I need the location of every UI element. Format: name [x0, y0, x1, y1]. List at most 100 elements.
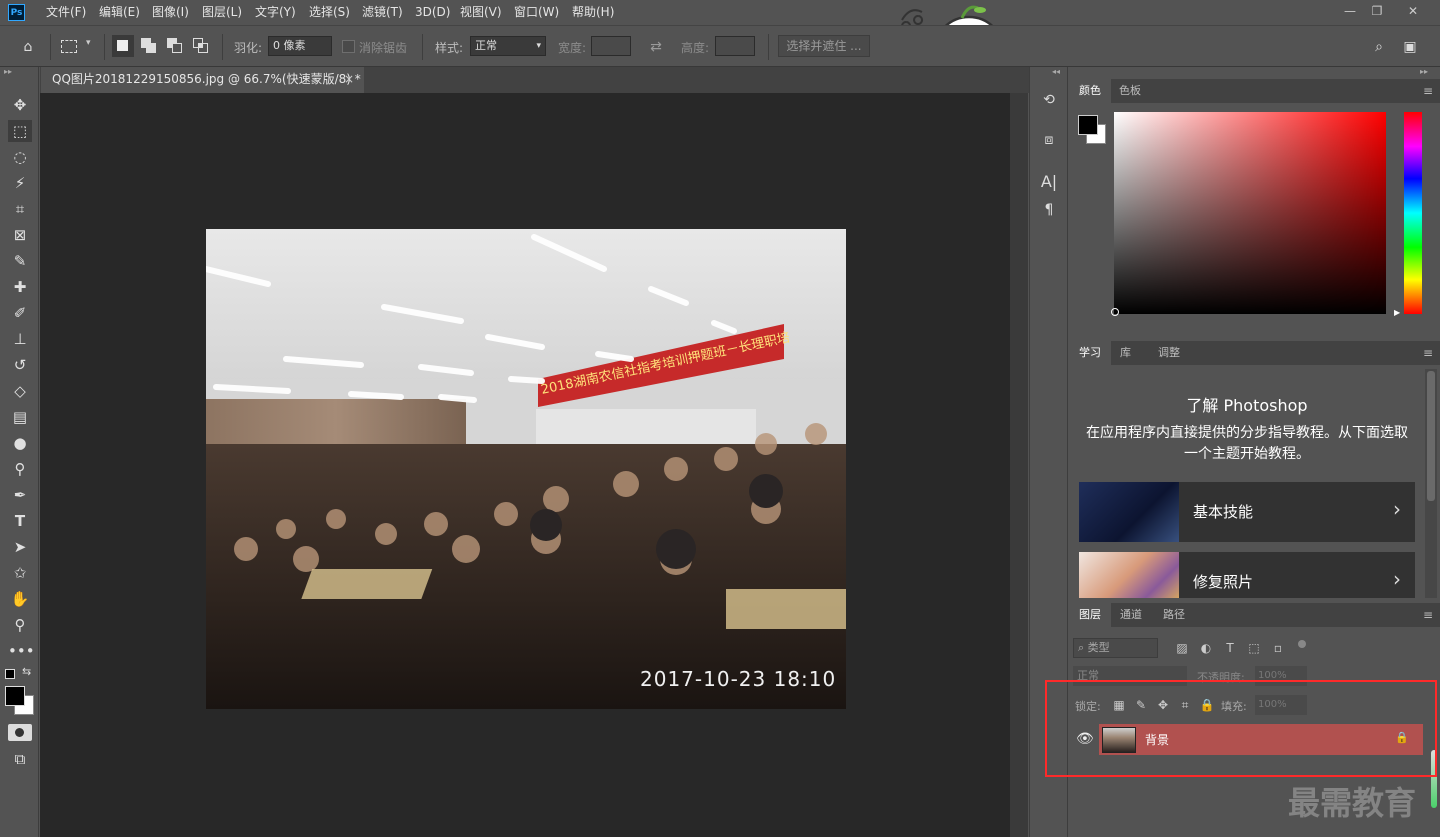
search-icon[interactable]: ⌕ [1369, 37, 1389, 57]
menu-view[interactable]: 视图(V) [460, 0, 502, 25]
tab-adjustments[interactable]: 调整 [1148, 341, 1190, 365]
paragraph-panel-icon[interactable]: ¶ [1038, 199, 1060, 221]
adjustment-filter-icon[interactable]: ◐ [1198, 640, 1214, 656]
panel-menu-icon[interactable]: ≡ [1420, 607, 1436, 623]
close-tab-icon[interactable]: × [344, 67, 354, 92]
history-panel-icon[interactable]: ⟲ [1038, 89, 1060, 111]
new-selection-button[interactable] [112, 35, 134, 57]
character-panel-icon[interactable]: A| [1038, 171, 1060, 193]
menu-3d[interactable]: 3D(D) [415, 0, 450, 25]
panel-menu-icon[interactable]: ≡ [1420, 345, 1436, 361]
rect-marquee-icon[interactable] [61, 40, 77, 53]
pen-tool-icon[interactable]: ✒ [8, 484, 32, 506]
shape-tool-icon[interactable]: ✩ [8, 562, 32, 584]
tab-color[interactable]: 颜色 [1069, 79, 1111, 103]
menu-filter[interactable]: 滤镜(T) [362, 0, 403, 25]
watermark: 最需教育 [1288, 784, 1417, 822]
healing-tool-icon[interactable]: ✚ [8, 276, 32, 298]
learn-card-fix-photos[interactable]: 修复照片 › [1079, 552, 1415, 598]
more-tools-icon[interactable]: ••• [8, 640, 35, 662]
screen-mode-icon[interactable]: ⧉ [8, 748, 32, 770]
hand-tool-icon[interactable]: ✋ [8, 588, 32, 610]
antialias-checkbox[interactable] [342, 40, 355, 53]
magic-wand-tool-icon[interactable]: ⚡ [8, 172, 32, 194]
intersect-selection-icon[interactable] [193, 38, 209, 54]
vertical-scrollbar[interactable] [1010, 93, 1028, 837]
chevron-down-icon[interactable]: ▾ [86, 38, 91, 48]
height-input[interactable] [715, 36, 755, 56]
learn-description: 在应用程序内直接提供的分步指导教程。从下面选取一个主题开始教程。 [1086, 425, 1408, 462]
subtract-selection-icon[interactable] [167, 38, 183, 54]
crop-tool-icon[interactable]: ⌗ [8, 198, 32, 220]
3d-panel-icon[interactable]: ⧈ [1038, 129, 1060, 151]
tab-paths[interactable]: 路径 [1153, 603, 1195, 627]
menu-select[interactable]: 选择(S) [309, 0, 350, 25]
blur-tool-icon[interactable]: ● [8, 432, 32, 454]
close-icon[interactable]: ✕ [1396, 0, 1430, 22]
move-tool-icon[interactable]: ✥ [8, 94, 32, 116]
tab-libraries[interactable]: 库 [1110, 341, 1141, 365]
panel-menu-icon[interactable]: ≡ [1420, 83, 1436, 99]
add-selection-icon[interactable] [141, 38, 157, 54]
learn-scrollbar[interactable] [1425, 369, 1437, 598]
tab-learn[interactable]: 学习 [1069, 341, 1111, 365]
collapse-arrows-icon[interactable]: ▸▸ [4, 67, 12, 76]
path-select-tool-icon[interactable]: ➤ [8, 536, 32, 558]
filter-toggle[interactable] [1298, 640, 1306, 648]
tab-swatches[interactable]: 色板 [1109, 79, 1151, 103]
workspace-icon[interactable]: ▣ [1400, 37, 1420, 57]
shape-filter-icon[interactable]: ⬚ [1246, 640, 1262, 656]
type-tool-icon[interactable]: T [8, 510, 32, 532]
hue-slider[interactable] [1404, 112, 1422, 314]
gradient-tool-icon[interactable]: ▤ [8, 406, 32, 428]
brush-tool-icon[interactable]: ✐ [8, 302, 32, 324]
menu-image[interactable]: 图像(I) [152, 0, 189, 25]
quick-mask-button[interactable] [8, 724, 32, 741]
menu-window[interactable]: 窗口(W) [514, 0, 559, 25]
menu-edit[interactable]: 编辑(E) [99, 0, 140, 25]
learn-panel-tabs: 学习 库 调整 ≡ [1069, 341, 1440, 365]
learn-card-basic-skills[interactable]: 基本技能 › [1079, 482, 1415, 542]
eraser-tool-icon[interactable]: ◇ [8, 380, 32, 402]
history-brush-tool-icon[interactable]: ↺ [8, 354, 32, 376]
antialias-label: 消除锯齿 [359, 41, 408, 55]
smart-object-filter-icon[interactable]: ▫ [1270, 640, 1286, 656]
tab-channels[interactable]: 通道 [1110, 603, 1152, 627]
menu-type[interactable]: 文字(Y) [255, 0, 296, 25]
dodge-tool-icon[interactable]: ⚲ [8, 458, 32, 480]
color-picker-field[interactable] [1114, 112, 1386, 314]
color-foreground-swatch[interactable] [1078, 115, 1098, 135]
style-label: 样式: [435, 41, 464, 55]
frame-tool-icon[interactable]: ⊠ [8, 224, 32, 246]
marquee-tool-icon[interactable]: ⬚ [8, 120, 32, 142]
collapse-arrows-icon[interactable]: ▸▸ [1420, 67, 1428, 76]
swap-dimensions-icon[interactable]: ⇄ [646, 37, 666, 57]
width-input[interactable] [591, 36, 631, 56]
chevron-right-icon: › [1393, 567, 1401, 591]
collapse-arrows-icon[interactable]: ◂◂ [1052, 67, 1060, 76]
color-picker-cursor[interactable] [1111, 308, 1119, 316]
home-icon[interactable]: ⌂ [18, 37, 38, 57]
menu-help[interactable]: 帮助(H) [572, 0, 614, 25]
tab-layers[interactable]: 图层 [1069, 603, 1111, 627]
document-tab[interactable]: QQ图片20181229150856.jpg @ 66.7%(快速蒙版/8) *… [41, 67, 364, 93]
stamp-tool-icon[interactable]: ⊥ [8, 328, 32, 350]
restore-icon[interactable]: ❐ [1360, 0, 1394, 22]
layer-filter-select[interactable]: ⌕ 类型 [1073, 638, 1158, 658]
menu-file[interactable]: 文件(F) [46, 0, 86, 25]
document-photo[interactable]: 2018湖南农信社指考培训押题班－长理职培 [206, 229, 846, 709]
zoom-tool-icon[interactable]: ⚲ [8, 614, 32, 636]
style-select[interactable]: 正常 ▾ [470, 36, 546, 56]
eyedropper-tool-icon[interactable]: ✎ [8, 250, 32, 272]
image-filter-icon[interactable]: ▨ [1174, 640, 1190, 656]
menu-layer[interactable]: 图层(L) [202, 0, 242, 25]
swap-colors-icon[interactable]: ⇆ [22, 665, 31, 678]
feather-input[interactable]: 0 像素 [268, 36, 332, 56]
lasso-tool-icon[interactable]: ◌ [8, 146, 32, 168]
foreground-color-swatch[interactable] [5, 686, 25, 706]
default-colors-icon[interactable] [5, 669, 15, 679]
layer-filter-icons: ▨ ◐ T ⬚ ▫ [1170, 640, 1310, 656]
type-filter-icon[interactable]: T [1222, 640, 1238, 656]
hue-slider-handle[interactable]: ▶ [1394, 308, 1400, 317]
select-and-mask-button[interactable]: 选择并遮住 ... [778, 35, 870, 57]
